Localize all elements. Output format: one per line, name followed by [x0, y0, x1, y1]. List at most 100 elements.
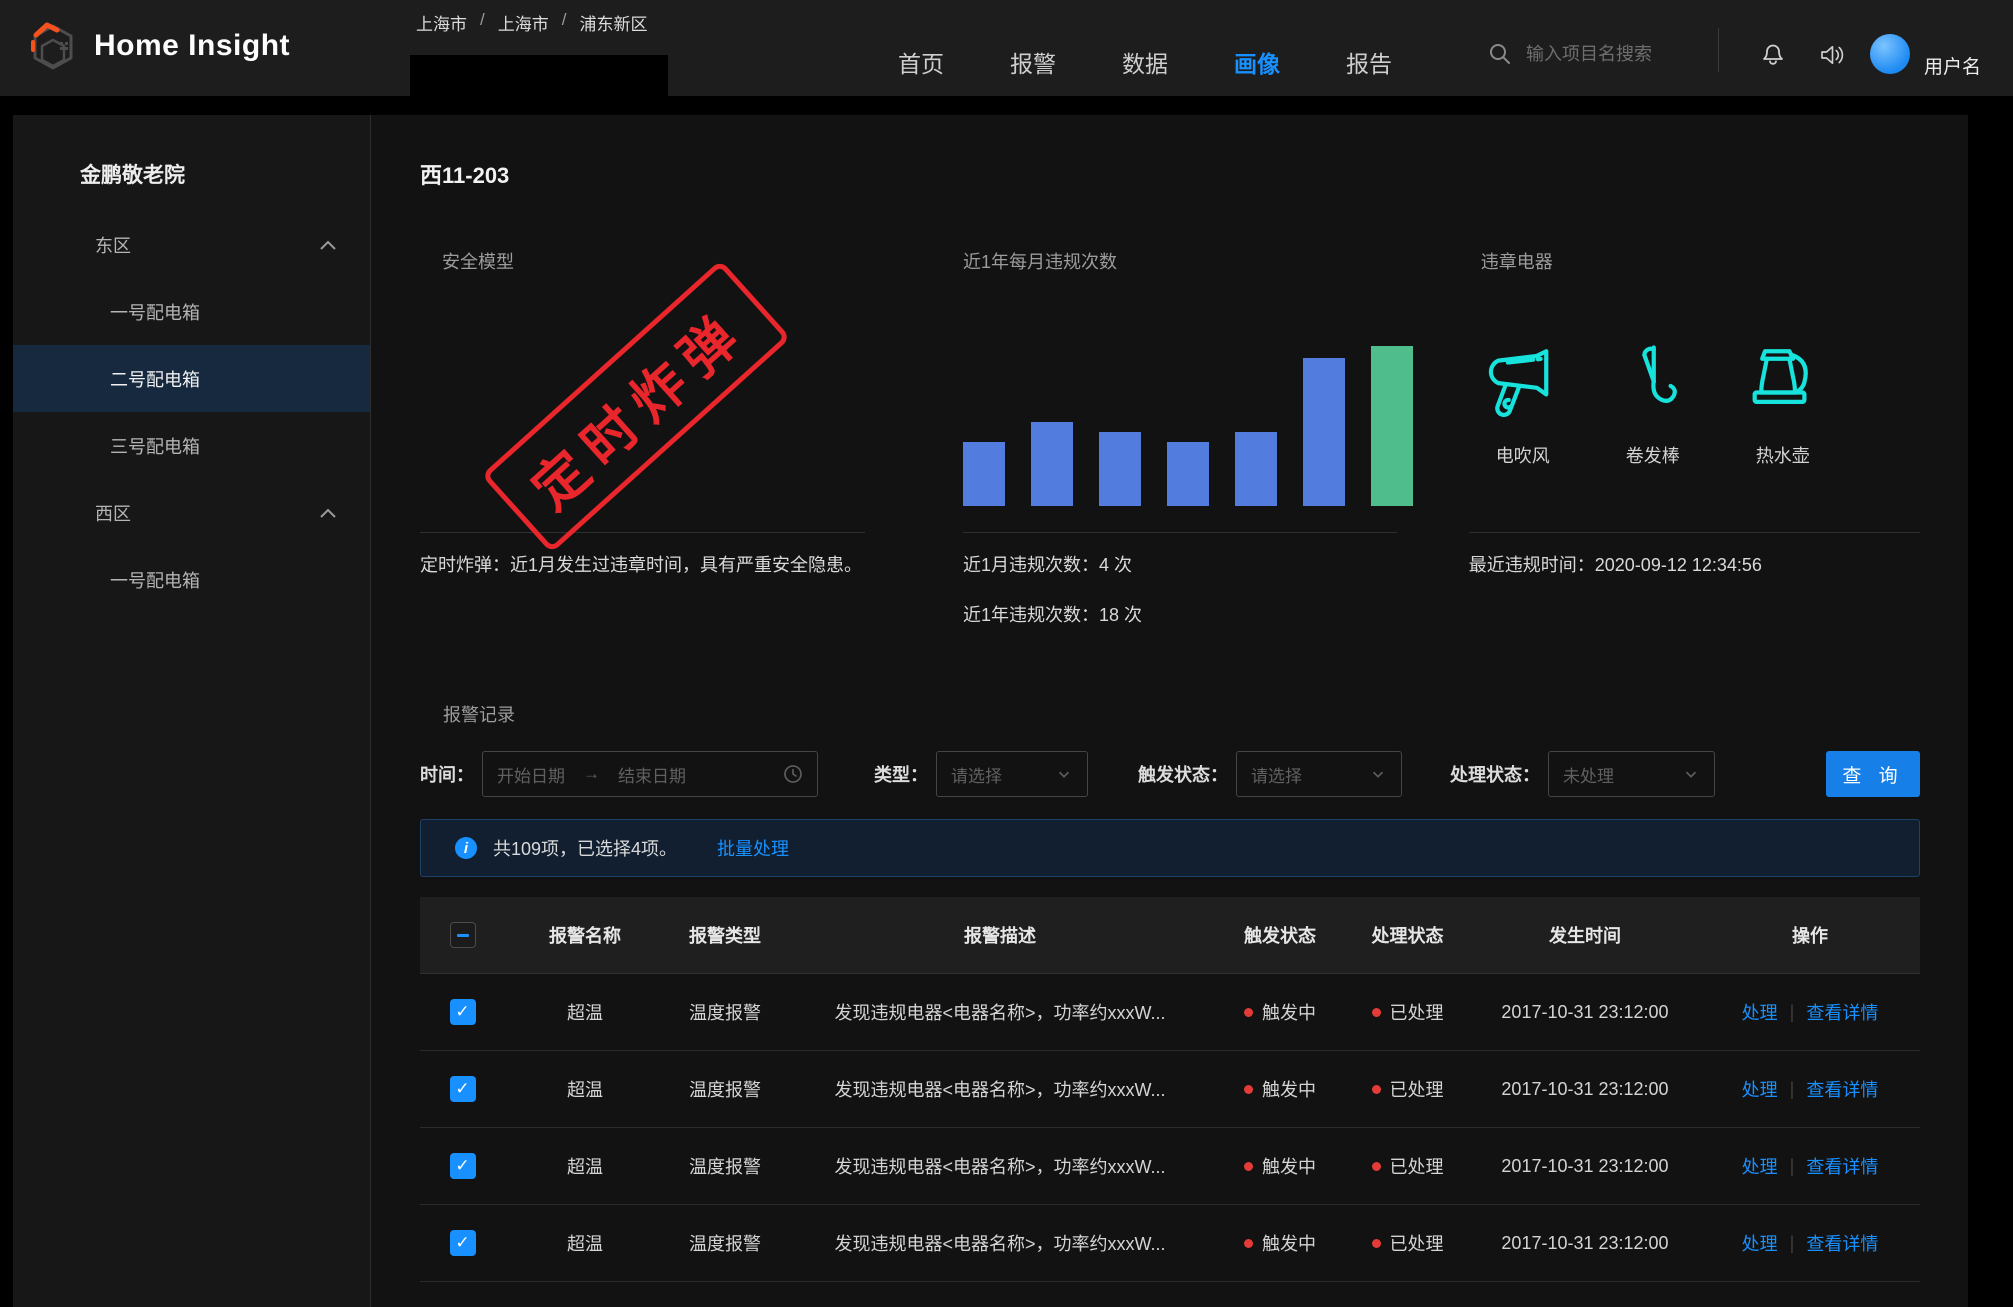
- safety-model-section: 安全模型 定时炸弹 定时炸弹：近1月发生过违章时间，具有严重安全隐患。: [420, 248, 865, 651]
- alarm-type-cell: 温度报警: [665, 1153, 785, 1179]
- chart-bar: [1099, 432, 1141, 506]
- process-link[interactable]: 处理: [1742, 1153, 1778, 1179]
- status-dot: [1244, 1239, 1253, 1248]
- alarm-desc-cell: 发现违规电器<电器名称>，功率约xxxW...: [785, 1153, 1215, 1179]
- appliance-list: 电吹风卷发棒热水壶: [1475, 340, 1831, 468]
- action-separator: |: [1790, 1156, 1795, 1177]
- query-button[interactable]: 查 询: [1826, 751, 1920, 797]
- row-checkbox[interactable]: ✓: [450, 1230, 476, 1256]
- breadcrumb: 上海市/上海市/浦东新区: [416, 10, 647, 35]
- month-violation-stat: 近1月违规次数：4 次: [963, 551, 1397, 577]
- select-all-checkbox[interactable]: [450, 922, 476, 948]
- page-title: 西11-203: [420, 158, 1920, 190]
- row-checkbox-cell: ✓: [420, 1076, 505, 1102]
- status-dot: [1372, 1162, 1381, 1171]
- sidebar: 金鹏敬老院 东区一号配电箱二号配电箱三号配电箱西区一号配电箱: [13, 115, 371, 1307]
- sidebar-item-二号配电箱[interactable]: 二号配电箱: [13, 345, 370, 412]
- row-checkbox-cell: ✓: [420, 1153, 505, 1179]
- divider: [1469, 532, 1920, 533]
- process-link[interactable]: 处理: [1742, 1076, 1778, 1102]
- project-search[interactable]: [1488, 42, 1688, 66]
- view-detail-link[interactable]: 查看详情: [1806, 999, 1878, 1025]
- alarm-table: 报警名称报警类型报警描述触发状态处理状态发生时间操作 ✓超温温度报警发现违规电器…: [420, 897, 1920, 1307]
- chevron-up-icon: [318, 506, 338, 520]
- trigger-status-text: 触发中: [1262, 1230, 1316, 1256]
- indeterminate-mark: [457, 934, 469, 937]
- chart-title: 近1年每月违规次数: [963, 248, 1397, 274]
- trigger-status-cell: 触发中: [1215, 1230, 1345, 1256]
- view-detail-link[interactable]: 查看详情: [1806, 1153, 1878, 1179]
- trigger-select-value: 请选择: [1251, 762, 1302, 787]
- main-content: 西11-203 安全模型 定时炸弹 定时炸弹：近1月发生过违章时间，具有严重安全…: [371, 115, 1968, 1307]
- sidebar-group-东区[interactable]: 东区: [13, 211, 370, 278]
- process-status-text: 已处理: [1390, 1153, 1444, 1179]
- trigger-status-cell: 触发中: [1215, 1153, 1345, 1179]
- filter-bar: 时间： 开始日期 → 结束日期 类型： 请选择 触发状态： 请选择: [420, 751, 1920, 797]
- chart-bar: [963, 442, 1005, 506]
- year-violation-stat: 近1年违规次数：18 次: [963, 601, 1397, 627]
- row-checkbox[interactable]: ✓: [450, 1153, 476, 1179]
- trigger-status-cell: 触发中: [1215, 1076, 1345, 1102]
- column-header: 报警类型: [665, 922, 785, 948]
- sidebar-group-西区[interactable]: 西区: [13, 479, 370, 546]
- hair-dryer-icon: [1475, 340, 1571, 430]
- view-detail-link[interactable]: 查看详情: [1806, 1230, 1878, 1256]
- breadcrumb-item[interactable]: 上海市: [498, 10, 549, 35]
- nav-item-link[interactable]: 首页: [898, 45, 944, 79]
- process-status-cell: 已处理: [1345, 999, 1470, 1025]
- notification-bell-icon[interactable]: [1758, 38, 1788, 68]
- actions-cell: 处理|查看详情: [1700, 1230, 1920, 1256]
- nav-item-link[interactable]: 数据: [1122, 45, 1168, 79]
- date-range-picker[interactable]: 开始日期 → 结束日期: [482, 751, 818, 797]
- table-row: ✓超温温度报警发现违规电器<电器名称>，功率约xxxW...触发中已处理2017…: [420, 1282, 1920, 1307]
- sound-icon[interactable]: [1816, 40, 1846, 70]
- batch-process-link[interactable]: 批量处理: [717, 835, 789, 861]
- status-dot: [1372, 1239, 1381, 1248]
- violation-chart-section: 近1年每月违规次数 近1月违规次数：4 次 近1年违规次数：18 次: [963, 248, 1397, 651]
- trigger-status-text: 触发中: [1262, 1076, 1316, 1102]
- view-detail-link[interactable]: 查看详情: [1806, 1076, 1878, 1102]
- breadcrumb-item[interactable]: 浦东新区: [579, 10, 647, 35]
- logo[interactable]: Home Insight: [26, 20, 290, 72]
- status-dot: [1372, 1085, 1381, 1094]
- process-link[interactable]: 处理: [1742, 999, 1778, 1025]
- action-separator: |: [1790, 1002, 1795, 1023]
- occur-time-cell: 2017-10-31 23:12:00: [1470, 1002, 1700, 1023]
- risk-stamp: 定时炸弹: [481, 260, 791, 553]
- sidebar-item-一号配电箱[interactable]: 一号配电箱: [13, 278, 370, 345]
- nav-item-link[interactable]: 报告: [1346, 45, 1392, 79]
- illegal-appliances-section: 违章电器 电吹风卷发棒热水壶 最近违规时间：2020-09-12 12:34:5…: [1469, 248, 1920, 651]
- row-checkbox[interactable]: ✓: [450, 1076, 476, 1102]
- nav-item-link[interactable]: 报警: [1010, 45, 1056, 79]
- alarm-name-cell: 超温: [505, 1153, 665, 1179]
- sidebar-item-一号配电箱[interactable]: 一号配电箱: [13, 546, 370, 613]
- trigger-status-text: 触发中: [1262, 999, 1316, 1025]
- trigger-status-select[interactable]: 请选择: [1236, 751, 1402, 797]
- column-header: 触发状态: [1215, 922, 1345, 948]
- app-title: Home Insight: [94, 29, 290, 63]
- row-checkbox-cell: ✓: [420, 999, 505, 1025]
- type-select[interactable]: 请选择: [936, 751, 1088, 797]
- search-input[interactable]: [1524, 43, 1688, 66]
- occur-time-cell: 2017-10-31 23:12:00: [1470, 1233, 1700, 1254]
- appliance-label: 卷发棒: [1605, 442, 1701, 468]
- process-status-cell: 已处理: [1345, 1230, 1470, 1256]
- row-checkbox[interactable]: ✓: [450, 999, 476, 1025]
- sidebar-item-三号配电箱[interactable]: 三号配电箱: [13, 412, 370, 479]
- user-avatar[interactable]: [1870, 34, 1910, 74]
- sidebar-group-label: 东区: [95, 232, 131, 258]
- end-date-placeholder: 结束日期: [618, 762, 686, 787]
- sidebar-group-label: 西区: [95, 500, 131, 526]
- divider: [420, 532, 865, 533]
- breadcrumb-item[interactable]: 上海市: [416, 10, 467, 35]
- user-name[interactable]: 用户名: [1924, 52, 1981, 79]
- process-link[interactable]: 处理: [1742, 1230, 1778, 1256]
- actions-cell: 处理 | 查看详情: [1700, 999, 1920, 1025]
- chevron-down-icon: [1055, 765, 1073, 783]
- selection-summary: 共109项，已选择4项。: [493, 835, 677, 861]
- profile-row: 安全模型 定时炸弹 定时炸弹：近1月发生过违章时间，具有严重安全隐患。 近1年每…: [420, 248, 1920, 651]
- chart-bar: [1235, 432, 1277, 506]
- table-row: ✓超温温度报警发现违规电器<电器名称>，功率约xxxW...触发中已处理2017…: [420, 974, 1920, 1051]
- process-status-select[interactable]: 未处理: [1548, 751, 1715, 797]
- nav-item-active[interactable]: 画像: [1234, 45, 1280, 79]
